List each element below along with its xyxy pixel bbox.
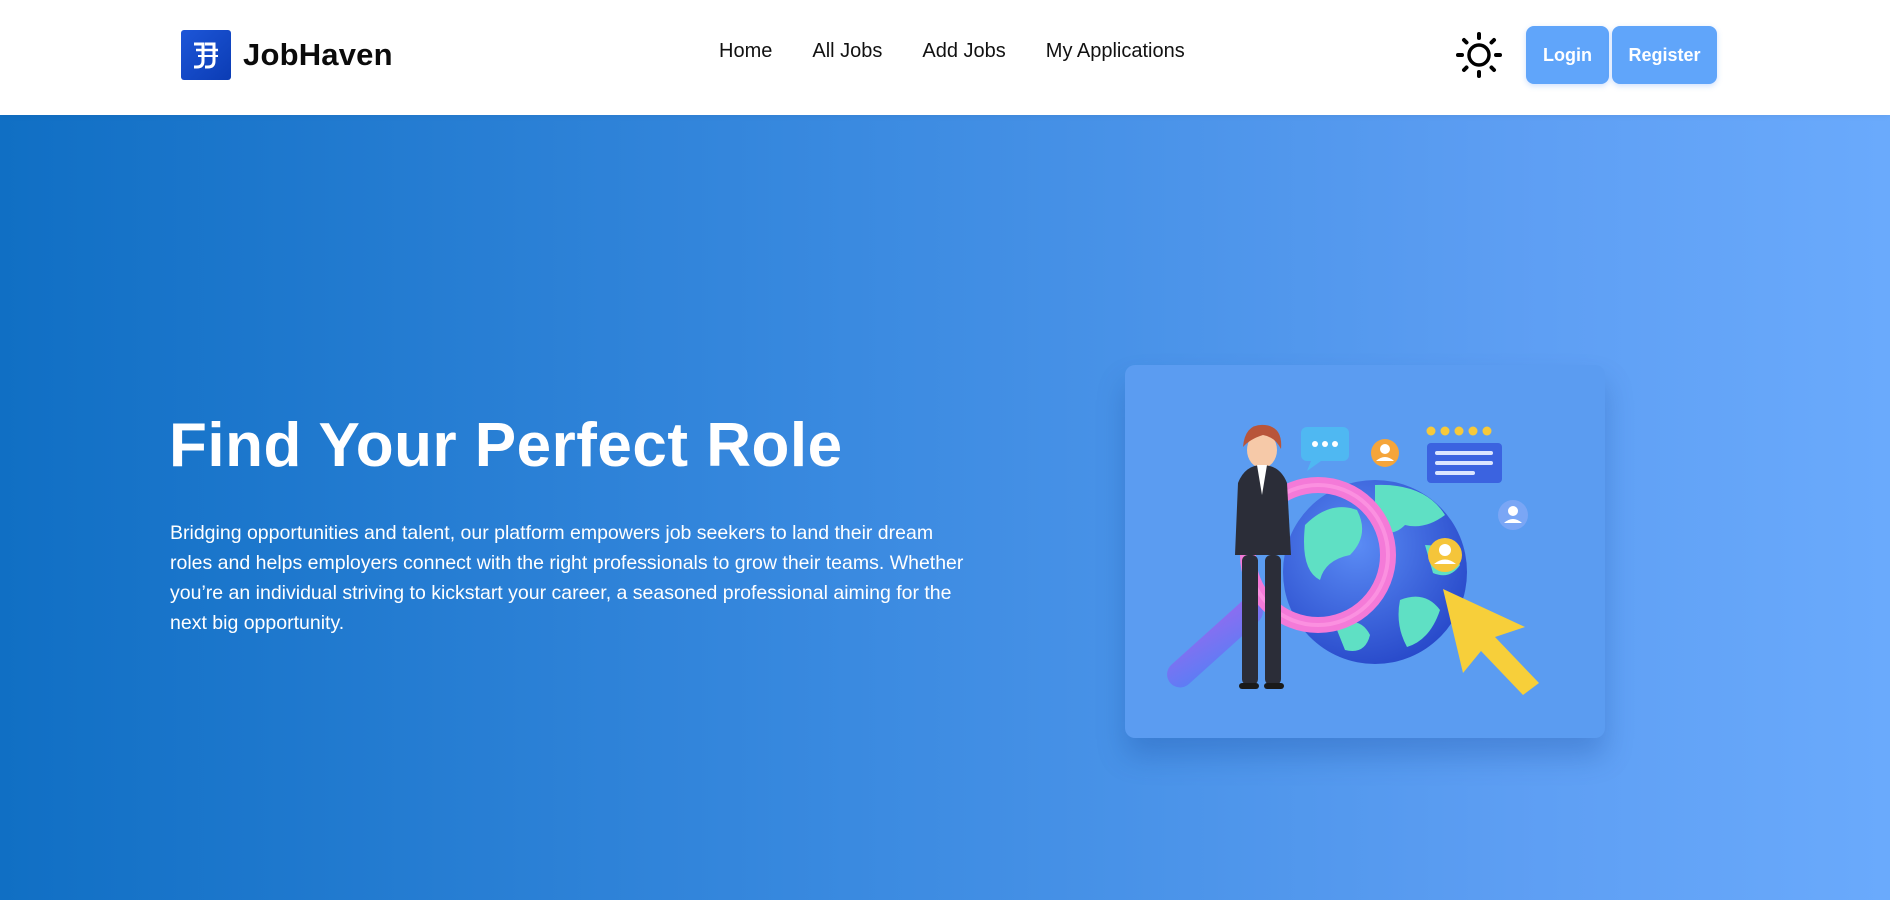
hero-illustration-card xyxy=(1125,365,1605,738)
register-button[interactable]: Register xyxy=(1612,26,1717,84)
user-badge-icon xyxy=(1371,439,1399,467)
brand-name: JobHaven xyxy=(243,37,393,72)
brand[interactable]: JobHaven xyxy=(181,30,393,80)
hero-section: Find Your Perfect Role Bridging opportun… xyxy=(0,115,1890,900)
hero-description: Bridging opportunities and talent, our p… xyxy=(170,522,964,634)
chat-bubble-icon xyxy=(1301,427,1349,471)
hero-title: Find Your Perfect Role xyxy=(169,411,843,480)
job-haven-logo-icon xyxy=(181,30,231,80)
main-nav: Home All Jobs Add Jobs My Applications xyxy=(719,40,1185,63)
nav-item-home[interactable]: Home xyxy=(719,40,772,63)
nav-item-all-jobs[interactable]: All Jobs xyxy=(812,40,882,63)
theme-toggle-button[interactable] xyxy=(1456,32,1502,78)
cursor-arrow-icon xyxy=(1443,589,1539,695)
login-button[interactable]: Login xyxy=(1526,26,1609,84)
job-search-globe-illustration xyxy=(1167,424,1539,695)
nav-item-my-applications[interactable]: My Applications xyxy=(1046,40,1185,63)
review-card-icon xyxy=(1426,426,1502,483)
navbar: JobHaven Home All Jobs Add Jobs My Appli… xyxy=(0,0,1890,115)
user-badge-icon xyxy=(1498,500,1528,530)
user-badge-icon xyxy=(1428,538,1462,572)
nav-item-add-jobs[interactable]: Add Jobs xyxy=(922,40,1005,63)
sun-icon xyxy=(1456,32,1502,78)
